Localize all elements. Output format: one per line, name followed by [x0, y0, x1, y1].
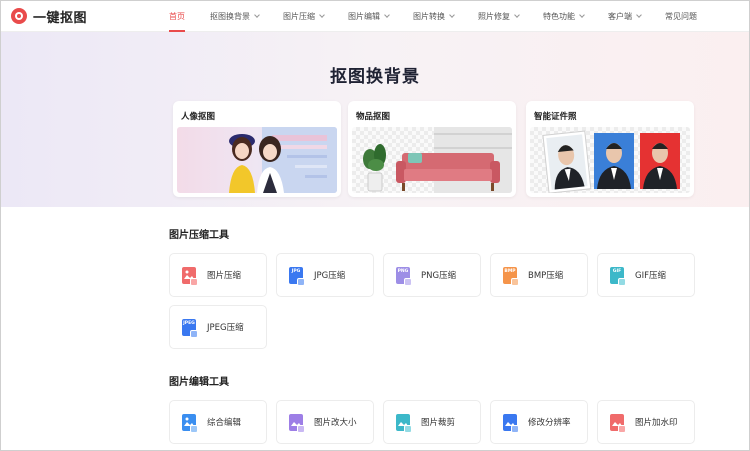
icon-tag: PNG — [397, 268, 409, 274]
tool-label: GIF压缩 — [635, 271, 666, 281]
card-object-cutout[interactable]: 物品抠图 — [348, 101, 516, 197]
tool-label: PNG压缩 — [421, 271, 457, 281]
section-title-compress: 图片压缩工具 — [169, 230, 229, 241]
tool-image-compress[interactable]: 图片压缩 — [169, 253, 267, 297]
png-file-icon: PNG — [396, 266, 412, 286]
jpeg-file-icon: JPEG — [182, 318, 198, 338]
nav-label: 抠图换背景 — [210, 11, 250, 21]
tool-label: 图片裁剪 — [421, 418, 456, 428]
card-portrait-cutout[interactable]: 人像抠图 — [173, 101, 341, 197]
card-title: 智能证件照 — [534, 112, 577, 122]
watermark-icon — [610, 413, 626, 433]
chevron-down-icon — [449, 11, 455, 18]
edit-image-icon — [182, 413, 198, 433]
tool-resize[interactable]: 图片改大小 — [276, 400, 374, 444]
tool-jpeg-compress[interactable]: JPEG JPEG压缩 — [169, 305, 267, 349]
tool-bmp-compress[interactable]: BMP BMP压缩 — [490, 253, 588, 297]
tool-gif-compress[interactable]: GIF GIF压缩 — [597, 253, 695, 297]
jpg-file-icon: JPG — [289, 266, 305, 286]
gif-file-icon: GIF — [610, 266, 626, 286]
nav-label: 图片压缩 — [283, 11, 315, 21]
icon-tag: BMP — [504, 268, 516, 274]
tool-label: 综合编辑 — [207, 418, 242, 428]
logo-text: 一键抠图 — [33, 10, 88, 26]
tool-label: JPG压缩 — [314, 271, 346, 281]
nav-item-faq[interactable]: 常见问题 — [665, 1, 697, 32]
nav-label: 图片转换 — [413, 11, 445, 21]
nav-item-client[interactable]: 客户端 — [608, 1, 642, 32]
bmp-file-icon: BMP — [503, 266, 519, 286]
tool-label: BMP压缩 — [528, 271, 564, 281]
nav-label: 照片修复 — [478, 11, 510, 21]
resize-icon — [289, 413, 305, 433]
chevron-down-icon — [319, 11, 325, 18]
tool-crop[interactable]: 图片裁剪 — [383, 400, 481, 444]
nav-item-features[interactable]: 特色功能 — [543, 1, 585, 32]
nav-item-cutout[interactable]: 抠图换背景 — [210, 1, 260, 32]
tool-label: 图片加水印 — [635, 418, 678, 428]
tool-comprehensive-edit[interactable]: 综合编辑 — [169, 400, 267, 444]
tool-label: 图片改大小 — [314, 418, 357, 428]
icon-tag: JPG — [291, 268, 301, 274]
logo-icon — [11, 8, 27, 24]
icon-tag: JPEG — [183, 320, 195, 326]
nav-label: 客户端 — [608, 11, 632, 21]
card-title: 人像抠图 — [181, 112, 216, 122]
nav-item-home[interactable]: 首页 — [169, 1, 185, 32]
sofa-illustration — [363, 127, 512, 193]
hero-title: 抠图换背景 — [330, 67, 420, 87]
portrait-image — [177, 127, 337, 193]
nav-label: 常见问题 — [665, 11, 697, 21]
nav-label: 图片编辑 — [348, 11, 380, 21]
nav-label: 首页 — [169, 11, 185, 21]
tool-label: JPEG压缩 — [207, 323, 244, 333]
chevron-down-icon — [514, 11, 520, 18]
icon-tag: GIF — [612, 268, 622, 274]
section-title-edit: 图片编辑工具 — [169, 377, 229, 388]
logo[interactable]: 一键抠图 — [11, 7, 151, 26]
nav-item-edit[interactable]: 图片编辑 — [348, 1, 390, 32]
nav-item-compress[interactable]: 图片压缩 — [283, 1, 325, 32]
tool-jpg-compress[interactable]: JPG JPG压缩 — [276, 253, 374, 297]
chevron-down-icon — [579, 11, 585, 18]
image-compress-icon — [182, 266, 198, 286]
resolution-icon — [503, 413, 519, 433]
nav-item-convert[interactable]: 图片转换 — [413, 1, 455, 32]
chevron-down-icon — [254, 11, 260, 18]
tool-watermark[interactable]: 图片加水印 — [597, 400, 695, 444]
crop-icon — [396, 413, 412, 433]
tool-label: 修改分辨率 — [528, 418, 571, 428]
object-image — [352, 127, 512, 193]
card-title: 物品抠图 — [356, 112, 391, 122]
id-photo-image — [530, 127, 690, 193]
top-nav: 一键抠图 首页 抠图换背景 图片压缩 图片编辑 图片转换 照片修复 特色功能 客… — [1, 1, 749, 32]
card-id-photo[interactable]: 智能证件照 — [526, 101, 694, 197]
nav-item-restore[interactable]: 照片修复 — [478, 1, 520, 32]
tool-label: 图片压缩 — [207, 271, 242, 281]
portrait-illustration — [229, 127, 337, 193]
nav-label: 特色功能 — [543, 11, 575, 21]
nav-menu: 首页 抠图换背景 图片压缩 图片编辑 图片转换 照片修复 特色功能 客户端 常见… — [151, 1, 697, 32]
tool-resolution[interactable]: 修改分辨率 — [490, 400, 588, 444]
id-photos-illustration — [542, 130, 680, 193]
chevron-down-icon — [636, 11, 642, 18]
tool-png-compress[interactable]: PNG PNG压缩 — [383, 253, 481, 297]
hero-banner: 抠图换背景 人像抠图 物品抠图 智能证件照 — [1, 32, 749, 207]
chevron-down-icon — [384, 11, 390, 18]
